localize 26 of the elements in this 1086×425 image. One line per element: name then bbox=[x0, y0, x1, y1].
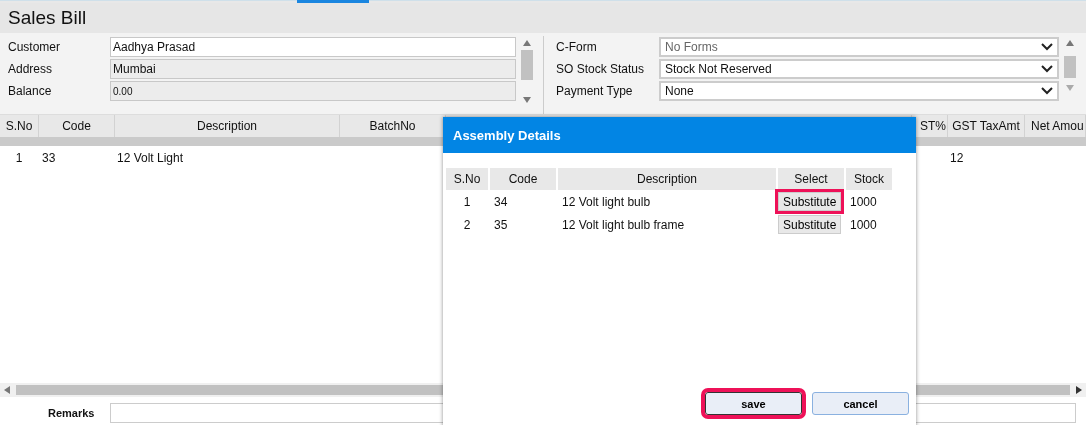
field-label: C-Form bbox=[556, 40, 598, 54]
field-label: Payment Type bbox=[556, 84, 634, 98]
table-cell-text: 1 bbox=[462, 194, 472, 209]
field-label: Balance bbox=[7, 84, 53, 98]
field-label: Remarks bbox=[47, 407, 96, 419]
field-label: Customer bbox=[7, 40, 61, 54]
table-cell-text: 1000 bbox=[849, 194, 878, 209]
column-header: Select bbox=[778, 168, 844, 190]
field-label: Address bbox=[7, 62, 54, 76]
table-cell-text: 12 Volt light bulb bbox=[561, 194, 652, 209]
table-cell-text: 12 Volt light bulb frame bbox=[561, 217, 686, 232]
column-header: Stock bbox=[846, 168, 892, 190]
table-cell-text: 33 bbox=[41, 151, 57, 165]
page-title: Sales Bill bbox=[8, 7, 87, 29]
column-header: S.No bbox=[446, 168, 488, 190]
table-cell-text: 1000 bbox=[849, 217, 878, 232]
table-cell-text: 35 bbox=[493, 217, 509, 232]
table-cell-text: 1 bbox=[14, 151, 24, 165]
dialog-title: Assembly Details bbox=[453, 127, 561, 143]
column-header: Code bbox=[490, 168, 556, 190]
table-cell-text: 12 bbox=[949, 151, 965, 165]
field-label: SO Stock Status bbox=[556, 62, 646, 76]
table-cell-text: 2 bbox=[462, 217, 472, 232]
table-cell-text: 12 Volt Light bbox=[116, 151, 185, 165]
table-cell-text: 34 bbox=[493, 194, 509, 209]
column-header: Description bbox=[558, 168, 776, 190]
